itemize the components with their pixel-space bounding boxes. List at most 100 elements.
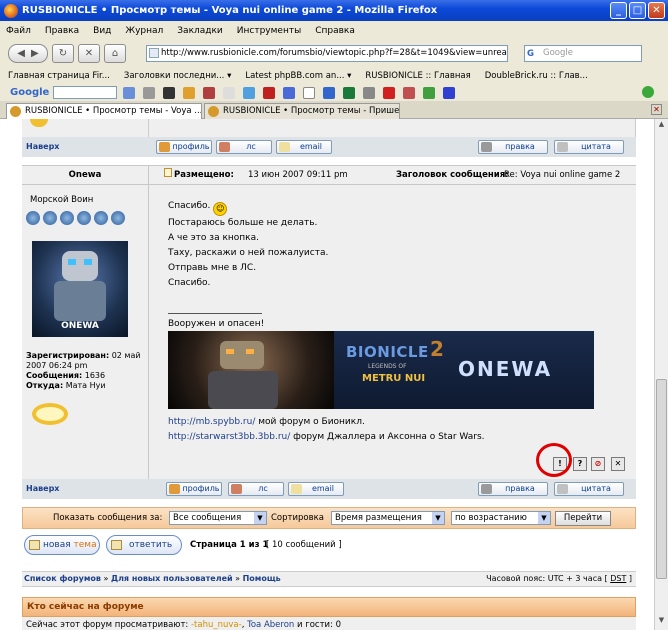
url-bar[interactable]: http://www.rusbionicle.com/forumsbio/vie… [146, 45, 508, 62]
email-button[interactable]: email [288, 482, 344, 496]
toolbar-star-icon[interactable] [183, 86, 196, 99]
minimize-button[interactable]: _ [610, 2, 627, 19]
breadcrumb-sep: » [235, 574, 241, 583]
post-message: Спасибо. ☺ Постараюсь больше не делать. … [168, 199, 328, 291]
online-user[interactable]: Toa Aberon [247, 620, 294, 630]
firefox-icon [4, 3, 18, 18]
menu-file[interactable]: Файл [6, 26, 31, 36]
message-line: Таху, раскажи о ней пожалуиста. [168, 248, 329, 258]
toolbar-g-icon[interactable] [123, 86, 136, 99]
user-rank: Морской Воин [30, 195, 94, 205]
reply-button[interactable]: ответить [106, 535, 182, 555]
menu-edit[interactable]: Правка [45, 26, 79, 36]
bookmark-item[interactable]: RUSBIONICLE :: Главная [365, 71, 470, 81]
stop-button[interactable]: ✕ [78, 44, 100, 63]
home-button[interactable]: ⌂ [104, 44, 126, 63]
pencil-icon [481, 484, 492, 494]
signature-link-text: мой форум о Бионикл. [258, 417, 365, 427]
bookmark-item[interactable]: Заголовки последни... ▾ [124, 71, 231, 81]
info-icon[interactable]: ? [573, 457, 587, 471]
profile-button[interactable]: профиль [166, 482, 222, 496]
delete-icon[interactable]: ✕ [611, 457, 625, 471]
email-button[interactable]: email [276, 140, 332, 154]
toolbar-w-icon[interactable] [303, 86, 316, 99]
profile-icon [169, 484, 180, 494]
new-topic-label: новая [43, 540, 74, 550]
vertical-scrollbar[interactable]: ▲ ▼ [654, 119, 668, 630]
rank-badge-icon [94, 211, 108, 225]
menu-history[interactable]: Журнал [125, 26, 163, 36]
page-icon [149, 48, 159, 58]
show-posts-select[interactable]: Все сообщения ▼ [169, 511, 267, 525]
signature-link[interactable]: http://mb.spybb.ru/ [168, 417, 255, 427]
pm-button[interactable]: лс [228, 482, 284, 496]
search-input[interactable]: G Google [524, 45, 642, 62]
toolbar-gear-icon[interactable] [363, 86, 376, 99]
toolbar-bookmark-star-icon[interactable] [443, 86, 456, 99]
rank-badges [26, 211, 126, 225]
toolbar-check-icon[interactable] [423, 86, 436, 99]
toolbar-binoculars-icon[interactable] [163, 86, 176, 99]
search-placeholder: Google [543, 48, 573, 58]
breadcrumb-forums[interactable]: Список форумов [24, 574, 101, 583]
scroll-down-icon[interactable]: ▼ [656, 616, 667, 627]
toolbar-question-icon[interactable] [323, 86, 336, 99]
toolbar-connect-icon[interactable] [403, 86, 416, 99]
toolbar-search-icon[interactable] [243, 86, 256, 99]
online-list: Сейчас этот форум просматривают: -tahu_n… [22, 617, 636, 630]
banner-number: 2 [430, 337, 444, 361]
pm-button[interactable]: лс [216, 140, 272, 154]
show-posts-label: Показать сообщения за: [53, 513, 163, 523]
edit-button[interactable]: правка [478, 482, 548, 496]
close-tab-icon[interactable]: ✕ [651, 104, 662, 115]
sort-order-select[interactable]: по возрастанию ▼ [451, 511, 551, 525]
toolbar-plus-icon[interactable] [143, 86, 156, 99]
warn-icon[interactable]: ⊘ [591, 457, 605, 471]
scroll-up-icon[interactable]: ▲ [656, 120, 667, 131]
breadcrumb-help[interactable]: Помощь [243, 574, 281, 583]
bookmark-item[interactable]: Latest phpBB.com an... ▾ [245, 71, 351, 81]
message-line: Постараюсь больше не делать. [168, 218, 318, 228]
signature-link[interactable]: http://starwarst3bb.3bb.ru/ [168, 432, 290, 442]
menu-view[interactable]: Вид [93, 26, 111, 36]
new-topic-button[interactable]: новая тема [24, 535, 100, 555]
quote-button[interactable]: цитата [554, 482, 624, 496]
chevron-down-icon: ▼ [538, 512, 550, 524]
toolbar-pdf-icon[interactable] [223, 86, 236, 99]
menu-bookmarks[interactable]: Закладки [177, 26, 223, 36]
menu-tools[interactable]: Инструменты [237, 26, 301, 36]
profile-button[interactable]: профиль [156, 140, 212, 154]
close-button[interactable]: ✕ [648, 2, 665, 19]
online-guests: и гости: 0 [297, 620, 342, 630]
toolbar-globe-icon[interactable] [343, 86, 356, 99]
google-search-icon: G [527, 49, 534, 59]
back-to-top-link[interactable]: Наверх [26, 484, 59, 493]
bookmark-item[interactable]: DoubleBrick.ru :: Глав... [485, 71, 588, 81]
menu-help[interactable]: Справка [315, 26, 355, 36]
toolbar-g2-icon[interactable] [283, 86, 296, 99]
online-user[interactable]: -tahu_nuva- [191, 620, 242, 630]
toolbar-gmail-icon[interactable] [383, 86, 396, 99]
tab-label: RUSBIONICLE • Просмотр темы - Прише... [223, 106, 400, 116]
sort-key-select[interactable]: Время размещения ▼ [331, 511, 445, 525]
menu-bar: Файл Правка Вид Журнал Закладки Инструме… [0, 21, 668, 40]
pm-label: лс [246, 142, 256, 151]
reply-label: ответить [129, 540, 173, 550]
google-toolbar-input[interactable] [53, 86, 118, 99]
tab-1[interactable]: RUSBIONICLE • Просмотр темы - Voya ... [6, 103, 202, 119]
scrollbar-thumb[interactable] [656, 379, 667, 579]
back-forward-button[interactable]: ◀ ▶ [8, 44, 48, 63]
quote-button[interactable]: цитата [554, 140, 624, 154]
bookmark-item[interactable]: Главная страница Fir... [8, 71, 110, 81]
post-author[interactable]: Onewa [22, 170, 148, 180]
go-button[interactable]: Перейти [555, 511, 611, 526]
edit-button[interactable]: правка [478, 140, 548, 154]
rank-emblem-icon [32, 403, 68, 425]
back-to-top-link[interactable]: Наверх [26, 142, 59, 151]
reload-button[interactable]: ↻ [52, 44, 74, 63]
maximize-button[interactable]: □ [629, 2, 646, 19]
toolbar-c-icon[interactable] [263, 86, 276, 99]
tab-2[interactable]: RUSBIONICLE • Просмотр темы - Прише... [204, 103, 400, 119]
toolbar-photo-icon[interactable] [203, 86, 216, 99]
breadcrumb-new-users[interactable]: Для новых пользователей [111, 574, 233, 583]
